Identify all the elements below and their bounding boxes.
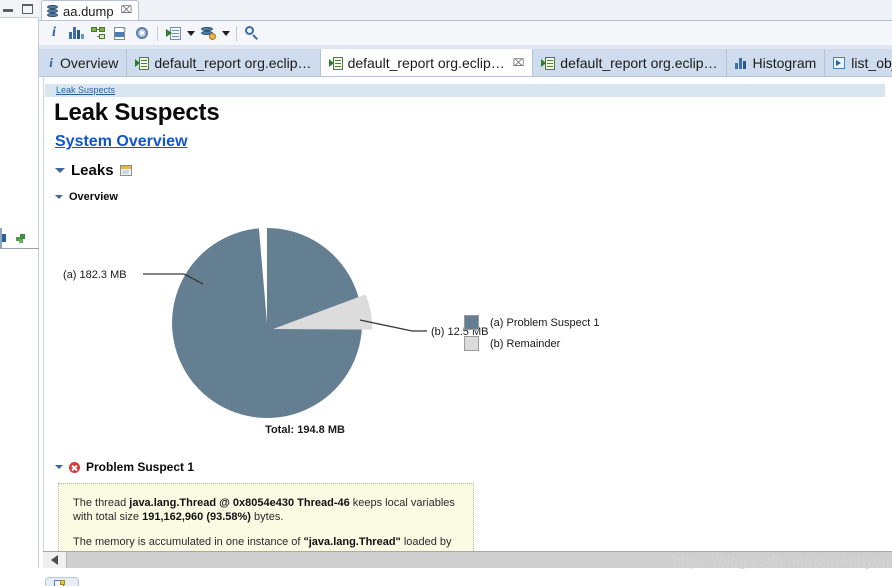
report-icon xyxy=(541,56,556,70)
report-icon xyxy=(328,56,343,70)
trim-marker-icon xyxy=(2,234,6,242)
histogram-icon xyxy=(734,57,748,69)
histogram-icon xyxy=(69,27,84,39)
section-problem-suspect-label: Problem Suspect 1 xyxy=(86,460,195,474)
p1-size: 191,162,960 (93.58%) xyxy=(142,511,251,523)
tab-histogram[interactable]: Histogram xyxy=(726,49,826,77)
legend-swatch-b xyxy=(464,336,479,351)
pin-icon xyxy=(16,234,25,243)
tab-label: default_report org.eclip… xyxy=(347,55,505,71)
report-icon xyxy=(135,56,150,70)
editor-tab-label: aa.dump xyxy=(63,3,114,19)
toolbar-separator-2 xyxy=(236,25,237,41)
suspect-paragraph-1: The thread java.lang.Thread @ 0x8054e430… xyxy=(73,496,459,524)
legend-item-problem-suspect-1[interactable]: (a) Problem Suspect 1 xyxy=(464,312,599,333)
p1-thread-ref: java.lang.Thread @ 0x8054e430 Thread-46 xyxy=(129,497,350,509)
run-dropdown-arrow-icon[interactable] xyxy=(184,23,197,44)
left-trim-stack xyxy=(0,0,39,586)
trim-divider xyxy=(0,248,39,249)
report-body: Leak Suspects Leak Suspects System Overv… xyxy=(43,77,892,555)
breadcrumb[interactable]: Leak Suspects xyxy=(56,84,115,97)
page-title: Leak Suspects xyxy=(54,99,220,126)
tab-overview[interactable]: i Overview xyxy=(39,49,128,77)
tab-label: Histogram xyxy=(752,55,817,71)
search-icon xyxy=(245,26,259,40)
list-objects-icon xyxy=(833,57,846,69)
editor-area: aa.dump ⌧ i i Overview default_report or… xyxy=(39,0,892,586)
close-icon[interactable]: ⌧ xyxy=(513,58,525,69)
section-overview-label: Overview xyxy=(69,191,118,203)
system-overview-link[interactable]: System Overview xyxy=(55,133,188,151)
tab-label: Overview xyxy=(60,55,119,71)
view-tab-strip: i Overview default_report org.eclip… def… xyxy=(39,46,892,77)
editor-tab-row: aa.dump ⌧ xyxy=(39,0,892,21)
query-dropdown-arrow-icon[interactable] xyxy=(219,23,232,44)
gear-icon xyxy=(135,26,149,40)
find-button[interactable] xyxy=(241,23,263,44)
pie-callout-a: (a) 182.3 MB xyxy=(63,269,127,281)
horizontal-scrollbar[interactable] xyxy=(43,551,892,568)
overview-info-button[interactable]: i xyxy=(43,23,65,44)
maximize-icon[interactable] xyxy=(21,2,35,16)
legend-swatch-a xyxy=(464,315,479,330)
p2-mid: loaded by xyxy=(400,536,452,548)
report-icon xyxy=(113,26,127,40)
dominator-tree-icon xyxy=(90,26,106,40)
tab-default-report-3[interactable]: default_report org.eclip… xyxy=(533,49,727,77)
open-query-browser-button[interactable] xyxy=(197,23,219,44)
oql-database-icon xyxy=(200,26,216,40)
editor-toolbar: i xyxy=(39,21,892,46)
left-bottom-filler xyxy=(0,568,39,586)
p2-prefix: The memory is accumulated in one instanc… xyxy=(73,536,304,548)
breadcrumb-bar xyxy=(45,84,885,97)
toolbar-separator xyxy=(157,25,158,41)
scroll-left-arrow-icon[interactable] xyxy=(43,552,67,568)
dominator-tree-button[interactable] xyxy=(87,23,109,44)
tab-default-report-1[interactable]: default_report org.eclip… xyxy=(127,49,321,77)
error-icon xyxy=(69,461,80,473)
section-overview[interactable]: Overview xyxy=(55,191,118,203)
chevron-down-icon[interactable] xyxy=(55,465,63,469)
tab-label: default_report org.eclip… xyxy=(560,55,718,71)
legend-item-remainder[interactable]: (b) Remainder xyxy=(464,333,599,354)
chevron-down-icon[interactable] xyxy=(55,195,63,199)
run-expert-system-test-button[interactable] xyxy=(162,23,184,44)
close-icon[interactable]: ⌧ xyxy=(121,6,133,16)
section-leaks[interactable]: Leaks xyxy=(55,162,132,179)
pie-chart-legend: (a) Problem Suspect 1 (b) Remainder xyxy=(464,312,599,354)
report-page-icon[interactable] xyxy=(119,165,132,176)
tab-list-objects[interactable]: list_obje xyxy=(825,49,892,77)
tab-label: default_report org.eclip… xyxy=(154,55,312,71)
application-window: aa.dump ⌧ i i Overview default_report or… xyxy=(0,0,892,586)
editor-tab-aa-dump[interactable]: aa.dump ⌧ xyxy=(41,0,140,21)
bottom-tab-1[interactable] xyxy=(45,577,79,586)
trim-header xyxy=(0,0,39,18)
histogram-button[interactable] xyxy=(65,23,87,44)
heap-dump-detail-icon xyxy=(54,579,65,586)
p1-prefix: The thread xyxy=(73,497,130,509)
section-leaks-label: Leaks xyxy=(71,162,114,179)
minimized-view-item[interactable] xyxy=(0,228,39,248)
tab-label: list_obje xyxy=(851,55,892,71)
report-button[interactable] xyxy=(109,23,131,44)
chart-total-label: Total: 194.8 MB xyxy=(265,424,345,436)
section-problem-suspect-1[interactable]: Problem Suspect 1 xyxy=(55,460,194,474)
p2-class: "java.lang.Thread" xyxy=(303,536,401,548)
bottom-view-tab-strip xyxy=(39,568,892,586)
info-icon: i xyxy=(52,25,56,40)
report-content-pane: Leak Suspects Leak Suspects System Overv… xyxy=(39,77,892,555)
restore-icon[interactable] xyxy=(2,2,16,16)
tab-default-report-2-active[interactable]: default_report org.eclip… ⌧ xyxy=(320,49,534,77)
info-icon: i xyxy=(49,55,53,70)
problem-suspect-description: The thread java.lang.Thread @ 0x8054e430… xyxy=(58,483,474,555)
p1-suffix: bytes. xyxy=(250,511,284,523)
run-query-icon xyxy=(165,26,181,40)
legend-label-a: (a) Problem Suspect 1 xyxy=(490,316,600,329)
chevron-down-icon[interactable] xyxy=(55,168,65,173)
settings-button[interactable] xyxy=(131,23,153,44)
heap-dump-icon xyxy=(47,4,58,18)
legend-label-b: (b) Remainder xyxy=(490,337,561,350)
